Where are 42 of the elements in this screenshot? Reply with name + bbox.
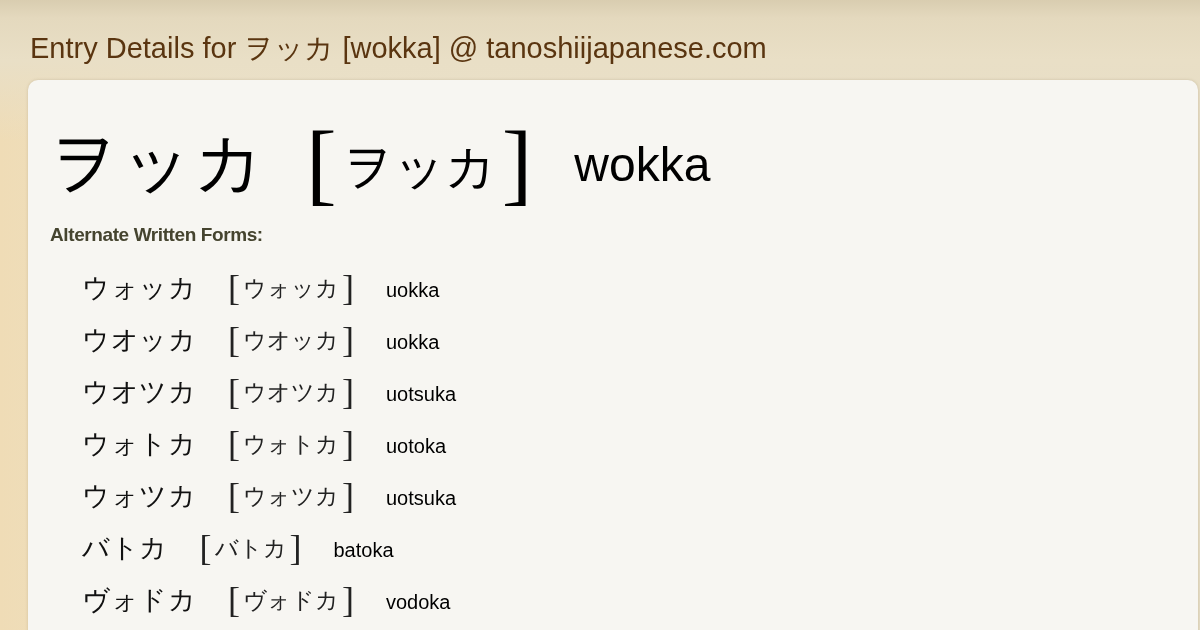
- open-bracket: [: [228, 372, 240, 412]
- romaji-text: uotsuka: [386, 382, 457, 407]
- close-bracket: ]: [342, 476, 354, 516]
- romaji-text: uotsuka: [386, 486, 457, 511]
- close-bracket: ]: [342, 424, 354, 464]
- headword: ヲッカ: [50, 124, 266, 203]
- open-bracket: [: [228, 424, 240, 464]
- open-bracket: [: [199, 528, 212, 568]
- open-bracket: [: [228, 268, 240, 308]
- close-bracket: ]: [342, 268, 354, 308]
- reading-text: ウォツカ: [243, 483, 339, 511]
- close-bracket: ]: [501, 113, 533, 213]
- romaji-text: vodoka: [386, 590, 451, 615]
- romaji-text: wokka: [574, 137, 711, 193]
- romaji-text: batoka: [333, 538, 394, 563]
- reading-text: ヲッカ: [342, 138, 496, 197]
- section-heading: Alternate Written Forms:: [50, 224, 264, 246]
- open-bracket: [: [306, 113, 337, 213]
- reading-text: ウォトカ: [243, 431, 339, 459]
- alternate-word: ウォトカ: [82, 428, 196, 461]
- alternate-word: バトカ: [82, 532, 168, 565]
- reading-text: ウォッカ: [243, 275, 339, 303]
- close-bracket: ]: [342, 580, 354, 620]
- open-bracket: [: [228, 580, 240, 620]
- alternate-word: ウォツカ: [82, 480, 196, 513]
- romaji-text: uokka: [386, 278, 440, 303]
- alternate-word: ウオッカ: [82, 324, 196, 357]
- alternate-word: ヴォドカ: [82, 584, 196, 617]
- romaji-text: uokka: [386, 330, 440, 355]
- reading-text: ウオツカ: [243, 379, 339, 407]
- open-bracket: [: [228, 476, 240, 516]
- alternate-word: ウオツカ: [82, 376, 196, 409]
- alternate-word: ウォッカ: [82, 272, 196, 305]
- close-bracket: ]: [289, 528, 302, 568]
- close-bracket: ]: [342, 372, 354, 412]
- reading-text: ウオッカ: [243, 327, 339, 355]
- open-bracket: [: [228, 320, 240, 360]
- page-title: Entry Details for ヲッカ [wokka] @ tanoshiijapanese.com: [30, 31, 768, 66]
- reading-text: バトカ: [214, 535, 287, 563]
- close-bracket: ]: [342, 320, 354, 360]
- reading-text: ヴォドカ: [243, 587, 339, 615]
- romaji-text: uotoka: [386, 434, 447, 459]
